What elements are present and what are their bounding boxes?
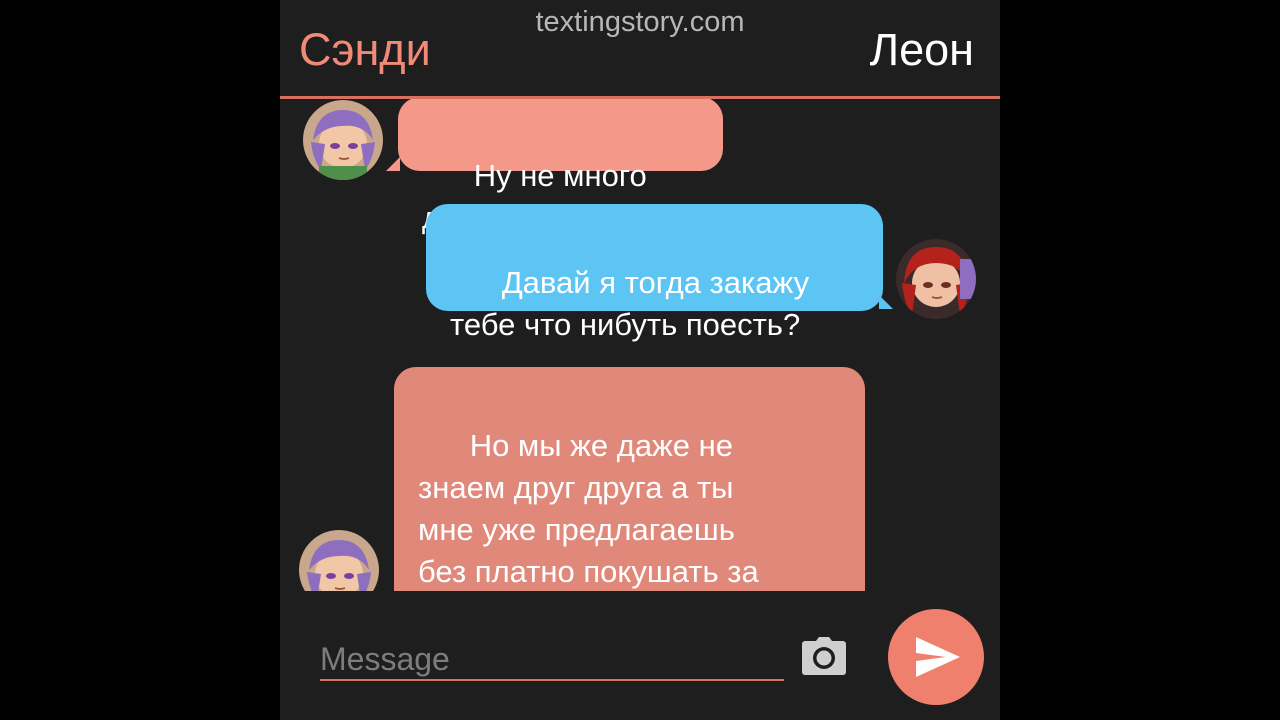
contact-name-right[interactable]: Леон [870, 24, 974, 76]
compose-bar: Message [280, 591, 1000, 720]
message-bubble-sandy[interactable]: Ну не много да.. [398, 99, 723, 235]
bubble-tail [386, 157, 400, 171]
message-input[interactable]: Message [320, 631, 784, 681]
camera-icon [802, 637, 846, 675]
message-bubble-leon[interactable]: Давай я тогда закажу тебе что нибуть пое… [426, 204, 883, 342]
send-icon [916, 637, 960, 677]
contact-name-left[interactable]: Сэнди [299, 24, 431, 76]
message-text: Но мы же даже не знаем друг друга а ты м… [418, 428, 759, 589]
bubble-tail [879, 295, 893, 309]
sandy-avatar [303, 100, 383, 180]
chat-screen: textingstory.com Сэнди Леон Ну не много … [280, 0, 1000, 720]
message-list[interactable]: Ну не много да.. Давай я тогда закажу те… [280, 99, 1000, 591]
sandy-avatar [299, 530, 379, 591]
message-text: Давай я тогда закажу тебе что нибуть пое… [450, 265, 810, 342]
send-button[interactable] [888, 609, 984, 705]
camera-button[interactable] [800, 635, 848, 679]
leon-avatar [896, 239, 976, 319]
message-bubble-sandy[interactable]: Но мы же даже не знаем друг друга а ты м… [394, 367, 865, 591]
